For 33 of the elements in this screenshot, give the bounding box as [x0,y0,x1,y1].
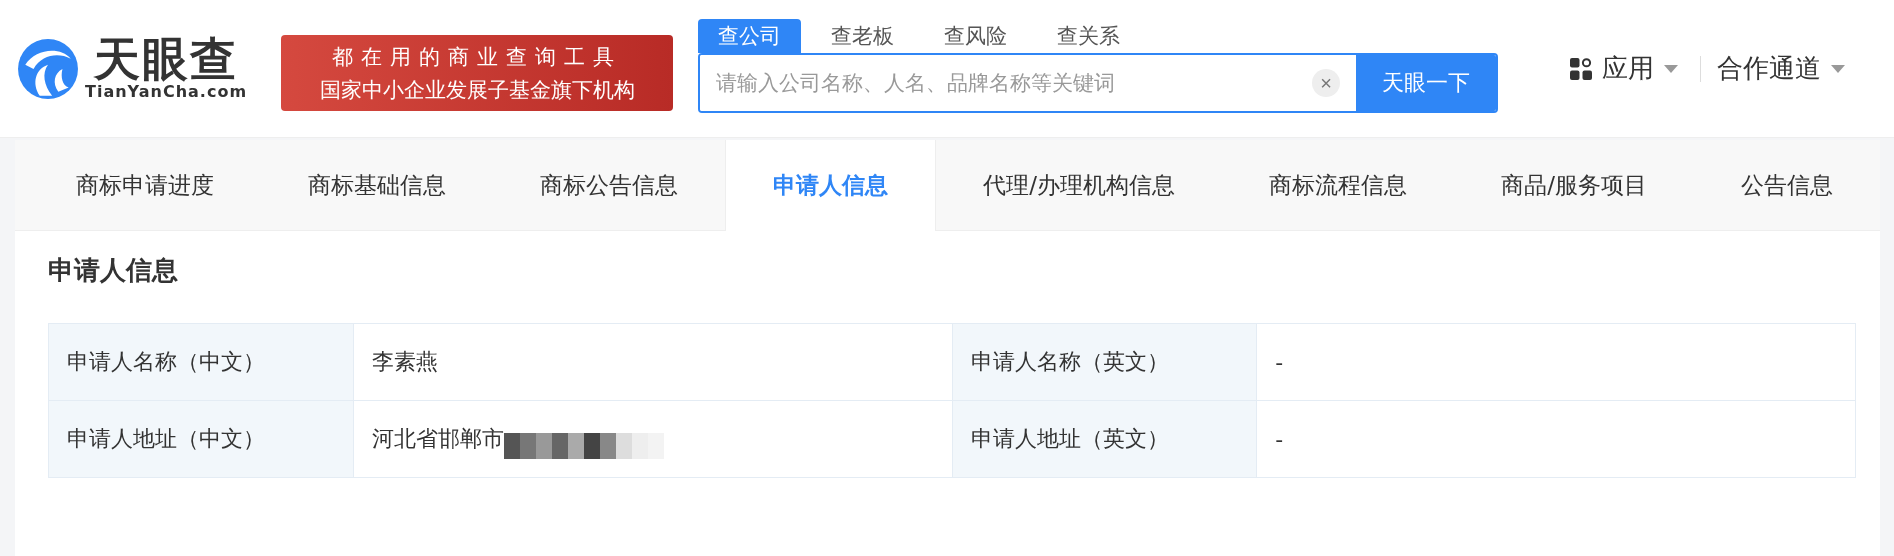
search-button[interactable]: 天眼一下 [1356,54,1496,111]
section-tab[interactable]: 公告信息 [1693,140,1880,230]
search-tab[interactable]: 查风险 [924,18,1027,53]
search-field[interactable]: 请输入公司名称、人名、品牌名称等关键词 × 天眼一下 [698,52,1498,113]
logo-name: 天眼查 [94,36,238,82]
slogan-banner: 都在用的商业查询工具 国家中小企业发展子基金旗下机构 [281,34,673,111]
section-tab[interactable]: 商标申请进度 [15,140,262,230]
label-cell: 申请人地址（中文） [48,400,353,478]
value-cell-text: 河北省邯郸市 [371,425,504,453]
caret-icon[interactable] [1664,64,1678,73]
nav-link[interactable]: 应用 [1602,51,1654,86]
logo-domain: TianYanCha.com [85,82,248,101]
section-tab[interactable]: 商标基础信息 [261,140,494,230]
label-cell: 申请人地址（英文） [952,400,1257,478]
logo-icon [17,37,79,100]
section-tab[interactable]: 商标公告信息 [493,140,726,230]
nav-link[interactable]: 合作通道 [1717,51,1821,86]
value-cell: - [1256,323,1856,401]
apps-icon[interactable] [1570,57,1592,80]
value-cell: - [1256,400,1856,478]
section-tab[interactable]: 商品/服务项目 [1454,140,1694,230]
clear-button[interactable]: × [1312,68,1340,97]
search-tab[interactable]: 查关系 [1037,18,1140,53]
value-cell-text: 李素燕 [371,348,438,376]
section-tab[interactable]: 商标流程信息 [1222,140,1455,230]
section-title: 申请人信息 [47,254,179,287]
label-cell: 申请人名称（英文） [952,323,1257,401]
search-tab[interactable]: 查公司 [698,18,801,53]
caret-icon[interactable] [1831,64,1845,73]
label-cell: 申请人名称（中文） [48,323,353,401]
search-tab[interactable]: 查老板 [811,18,914,53]
section-tab[interactable]: 申请人信息 [725,140,937,231]
section-tab[interactable]: 代理/办理机构信息 [936,140,1223,230]
